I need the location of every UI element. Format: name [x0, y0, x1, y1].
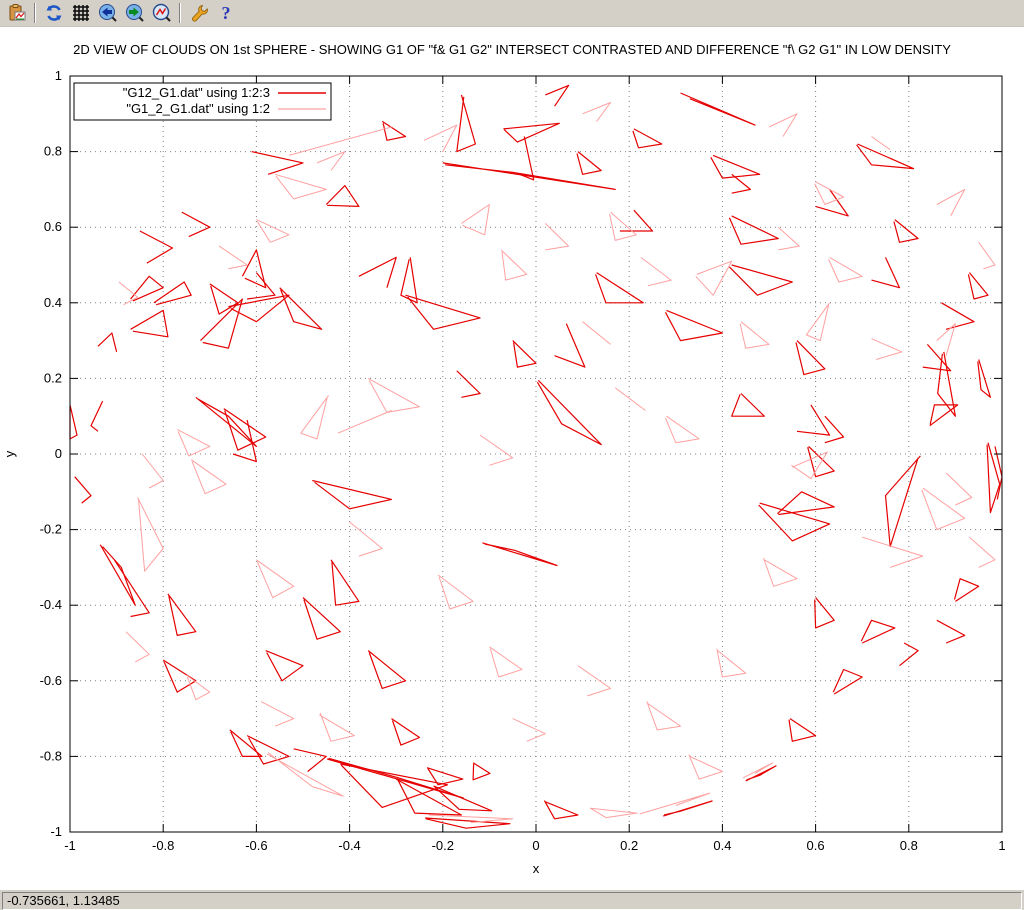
- legend-label: "G1_2_G1.dat" using 1:2: [126, 101, 270, 116]
- gnuplot-window: ? 2D VIEW OF CLOUDS ON 1st SPHERE - SHOW…: [0, 0, 1024, 910]
- plot-grid: [70, 76, 1002, 832]
- help-button[interactable]: ?: [212, 1, 239, 25]
- svg-text:-0.6: -0.6: [245, 838, 267, 853]
- wrench-icon: [189, 3, 209, 23]
- unzoom-icon: [152, 3, 172, 23]
- zoom-next-icon: [125, 3, 145, 23]
- plot-title: 2D VIEW OF CLOUDS ON 1st SPHERE - SHOWIN…: [0, 42, 1024, 57]
- svg-text:1: 1: [998, 838, 1005, 853]
- zoom-next-button[interactable]: [121, 1, 148, 25]
- svg-text:0: 0: [532, 838, 539, 853]
- svg-text:?: ?: [221, 3, 230, 23]
- svg-text:0.2: 0.2: [44, 370, 62, 385]
- svg-text:0.8: 0.8: [44, 144, 62, 159]
- status-bar: -0.735661, 1.13485: [0, 889, 1024, 910]
- grid-button[interactable]: [67, 1, 94, 25]
- plot-svg[interactable]: -1-1 -0.8 -0.8 -0.6 -0.6 -0.4 -0.4 -0.2 -0.2 0 0 0.…: [0, 27, 1024, 889]
- svg-text:-1: -1: [64, 838, 76, 853]
- svg-text:x: x: [533, 861, 540, 876]
- toolbar-separator: [34, 3, 36, 23]
- svg-text:-0.4: -0.4: [40, 597, 62, 612]
- toolbar: ?: [0, 0, 1024, 27]
- replot-button[interactable]: [40, 1, 67, 25]
- zoom-previous-icon: [98, 3, 118, 23]
- svg-text:-0.2: -0.2: [432, 838, 454, 853]
- plot-legend: "G12_G1.dat" using 1:2:3"G1_2_G1.dat" us…: [74, 83, 331, 120]
- svg-text:0.6: 0.6: [807, 838, 825, 853]
- plot-canvas[interactable]: 2D VIEW OF CLOUDS ON 1st SPHERE - SHOWIN…: [0, 27, 1024, 889]
- replot-icon: [44, 3, 64, 23]
- unzoom-button[interactable]: [148, 1, 175, 25]
- legend-label: "G12_G1.dat" using 1:2:3: [123, 85, 270, 100]
- svg-text:0.4: 0.4: [713, 838, 731, 853]
- svg-text:-0.8: -0.8: [152, 838, 174, 853]
- svg-text:0.4: 0.4: [44, 295, 62, 310]
- svg-text:1: 1: [55, 68, 62, 83]
- svg-text:0.8: 0.8: [900, 838, 918, 853]
- copy-plot-icon: [7, 3, 27, 23]
- svg-text:-0.4: -0.4: [338, 838, 360, 853]
- help-icon: ?: [216, 3, 236, 23]
- series-1: [119, 103, 995, 823]
- svg-text:-0.8: -0.8: [40, 748, 62, 763]
- grid-icon: [71, 3, 91, 23]
- svg-text:0.6: 0.6: [44, 219, 62, 234]
- axis-tick-labels: -1-1 -0.8 -0.8 -0.6 -0.6 -0.4 -0.4 -0.2 -0.2 0 0 0.…: [40, 68, 1006, 853]
- svg-text:0.2: 0.2: [620, 838, 638, 853]
- svg-text:-0.2: -0.2: [40, 522, 62, 537]
- copy-plot-button[interactable]: [3, 1, 30, 25]
- axis-labels: xy: [2, 450, 540, 876]
- zoom-previous-button[interactable]: [94, 1, 121, 25]
- svg-text:-0.6: -0.6: [40, 673, 62, 688]
- svg-text:-1: -1: [50, 824, 62, 839]
- toolbar-separator: [179, 3, 181, 23]
- svg-text:0: 0: [55, 446, 62, 461]
- options-button[interactable]: [185, 1, 212, 25]
- mouse-coordinates: -0.735661, 1.13485: [2, 892, 1022, 910]
- svg-text:y: y: [2, 450, 17, 457]
